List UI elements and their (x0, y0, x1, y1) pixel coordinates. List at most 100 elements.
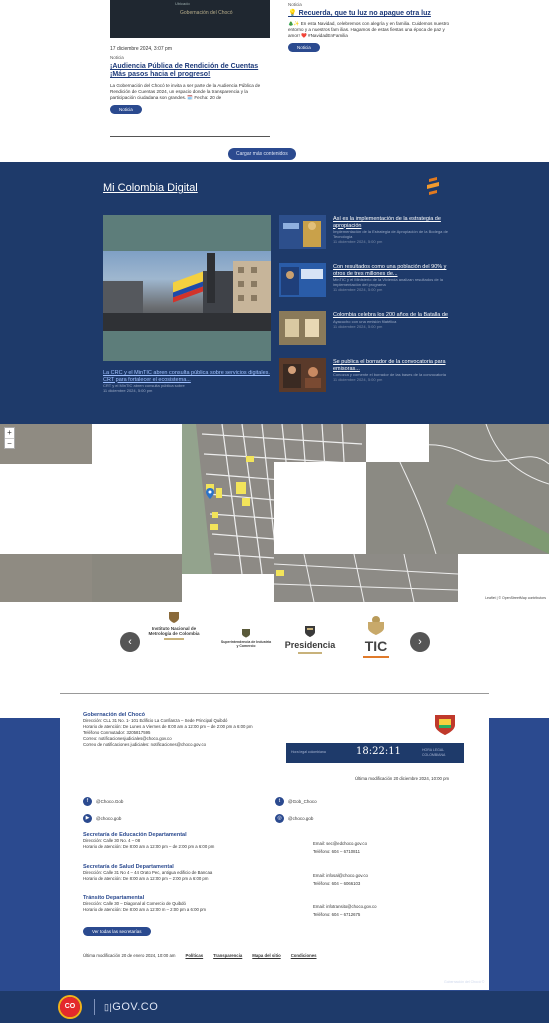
map-tile (92, 554, 182, 602)
carousel-prev-button[interactable]: ‹ (120, 632, 140, 652)
news-date: 17 diciembre 2024, 3:07 pm (110, 46, 172, 52)
partner-logo-presidencia[interactable]: Presidencia (282, 624, 338, 654)
map-attribution[interactable]: Leaflet | © OpenStreetMap contributors (485, 596, 546, 600)
partner-name: TIC (364, 638, 388, 654)
department-phone: Teléfono: 604 – 6066103 (313, 881, 361, 886)
story-date: 11 diciembre 2024, 5:00 pm (333, 323, 383, 329)
gov-co-logo[interactable]: ▯|GOV.CO (104, 1001, 158, 1013)
people-thumbnail-icon (281, 267, 323, 295)
story-item[interactable]: Se publica el borrador de la convocatori… (279, 358, 454, 394)
stamp-thumbnail-icon (285, 319, 319, 337)
bottom-last-modified: Última modificación 20 de enero 2024, 10… (83, 953, 176, 958)
story-item[interactable]: Con resultados como una población del 90… (279, 263, 454, 299)
social-handle: @choco.gob (288, 816, 314, 821)
social-instagram[interactable]: ◎ @choco.gob (275, 814, 313, 823)
department-item: Secretaría de Salud Departamental Direcc… (83, 864, 473, 895)
social-handle: @Gob_Choco (288, 799, 317, 804)
news-tag: Noticia (110, 55, 124, 60)
partner-underline (363, 656, 389, 658)
youtube-icon: ▶ (83, 814, 92, 823)
story-title-link[interactable]: Se publica el borrador de la convocatori… (333, 359, 451, 372)
street-grid-icon (273, 553, 459, 602)
partner-name: Superintendencia de Industria y Comercio (220, 640, 272, 648)
story-title-link[interactable]: Con resultados como una población del 90… (333, 264, 451, 277)
footer-link-politicas[interactable]: Políticas (185, 953, 203, 958)
story-date: 11 diciembre 2024, 5:00 pm (333, 377, 383, 382)
social-facebook[interactable]: f @Choco.Gob (83, 797, 123, 806)
social-handle: @choco.gob (96, 816, 122, 821)
partner-logo-inm[interactable]: Instituto Nacional de Metrología de Colo… (145, 610, 203, 640)
department-item: Secretaría de Educación Departamental Di… (83, 832, 473, 864)
contact-block: Gobernación del Chocó Dirección: CLL 31 … (83, 712, 313, 748)
news-card: Noticia 💡 Recuerda, que tu luz no apague… (288, 2, 453, 52)
map-marker-icon[interactable] (206, 488, 214, 499)
department-hours: Horario de atención: De 8:00 am a 12:00 … (83, 844, 215, 849)
social-twitter[interactable]: t @Gob_Choco (275, 797, 317, 806)
map-tile (0, 554, 92, 602)
partner-name: Instituto Nacional de Metrología de Colo… (148, 626, 200, 636)
last-modified: Última modificación 20 diciembre 2024, 1… (355, 776, 450, 781)
story-item[interactable]: Colombia celebra los 200 años de la Bata… (279, 311, 454, 347)
main-story-image[interactable] (103, 215, 271, 361)
partner-logo-sic[interactable]: Superintendencia de Industria y Comercio (220, 628, 272, 648)
news-tag: Noticia (288, 2, 302, 7)
map-tile-blank (274, 462, 366, 554)
story-thumbnail (279, 215, 326, 249)
partners-carousel: ‹ › Instituto Nacional de Metrología de … (0, 602, 549, 694)
news-title-link[interactable]: 💡 Recuerda, que tu luz no apague otra lu… (288, 10, 453, 18)
story-thumbnail (279, 263, 326, 297)
story-thumbnail (279, 311, 326, 345)
news-read-button[interactable]: Noticia (288, 43, 320, 52)
department-email[interactable]: Email: infotransito@choco.gov.co (313, 904, 377, 910)
partner-underline (164, 638, 184, 640)
story-summary: MinTIC y el Ministerio de la Vivienda an… (333, 277, 443, 287)
gov-co-bar: CO ▯|GOV.CO (0, 991, 549, 1023)
story-item[interactable]: Así es la implementación de la estrategi… (279, 215, 454, 251)
chocó-coat-of-arms-icon (435, 715, 455, 735)
mi-colombia-digital-section: Cargar más contenidos Mi Colombia Digita… (0, 148, 549, 424)
coat-of-arms-icon (169, 612, 179, 623)
zoom-out-button[interactable]: − (5, 438, 14, 448)
partner-logo-tic[interactable]: TIC (356, 614, 396, 658)
department-hours: Horario de atención: De 8:00 am a 12:00 … (83, 907, 207, 912)
map-tile-blank (366, 424, 429, 462)
divider (110, 136, 270, 137)
load-more-button[interactable]: Cargar más contenidos (228, 148, 296, 160)
official-clock: Hora legal colombiana 18:22:11 HORA LEGA… (286, 743, 464, 763)
footer-link-mapa[interactable]: Mapa del sitio (252, 953, 280, 958)
department-email[interactable]: Email: infosal@choco.gov.co (313, 873, 368, 879)
legal-email-line[interactable]: Correo de notificaciones judiciales: not… (83, 742, 313, 748)
partner-name: Presidencia (284, 640, 336, 650)
map-tile-blank (92, 424, 182, 464)
department-email[interactable]: Email: sec@edchoco.gov.co (313, 841, 367, 847)
all-departments-button[interactable]: Ver todas las secretarías (83, 927, 151, 936)
social-youtube[interactable]: ▶ @choco.gob (83, 814, 121, 823)
main-story-title-link[interactable]: La CRC y el MinTIC abren consulta públic… (103, 370, 273, 383)
co-logo-icon[interactable]: CO (60, 997, 80, 1017)
zoom-in-button[interactable]: + (5, 428, 14, 438)
main-story-caption: La CRC y el MinTIC abren consulta públic… (103, 370, 273, 393)
divider (94, 999, 95, 1015)
news-image-caption: Ubicado (175, 1, 190, 6)
carousel-next-button[interactable]: › (410, 632, 430, 652)
story-title-link[interactable]: Colombia celebra los 200 años de la Bata… (333, 312, 451, 319)
zoom-control: + − (4, 427, 15, 449)
story-title-link[interactable]: Así es la implementación de la estrategi… (333, 216, 451, 229)
instagram-icon: ◎ (275, 814, 284, 823)
department-phone: Teléfono: 604 – 6710811 (313, 849, 360, 854)
news-card: 17 diciembre 2024, 3:07 pm Noticia ¡Audi… (110, 46, 270, 114)
partner-underline (298, 652, 322, 654)
news-read-button[interactable]: Noticia (110, 105, 142, 114)
story-date: 11 diciembre 2024, 5:00 pm (333, 287, 383, 292)
story-thumbnail (279, 358, 326, 392)
footer-link-transparencia[interactable]: Transparencia (213, 953, 242, 958)
clock-time: 18:22:11 (356, 746, 401, 757)
news-image[interactable]: Ubicado Gobernación del Chocó (110, 0, 270, 38)
footer-links: Última modificación 20 de enero 2024, 10… (83, 953, 317, 958)
footer-link-condiciones[interactable]: Condiciones (291, 953, 317, 958)
clock-label-right: HORA LEGAL COLOMBIANA (422, 748, 446, 757)
news-title-link[interactable]: ¡Audiencia Pública de Rendición de Cuent… (110, 63, 270, 79)
section-title-link[interactable]: Mi Colombia Digital (103, 182, 198, 194)
location-map[interactable]: + − Leaflet | © OpenStreetMap contributo… (0, 424, 549, 602)
facebook-icon: f (83, 797, 92, 806)
